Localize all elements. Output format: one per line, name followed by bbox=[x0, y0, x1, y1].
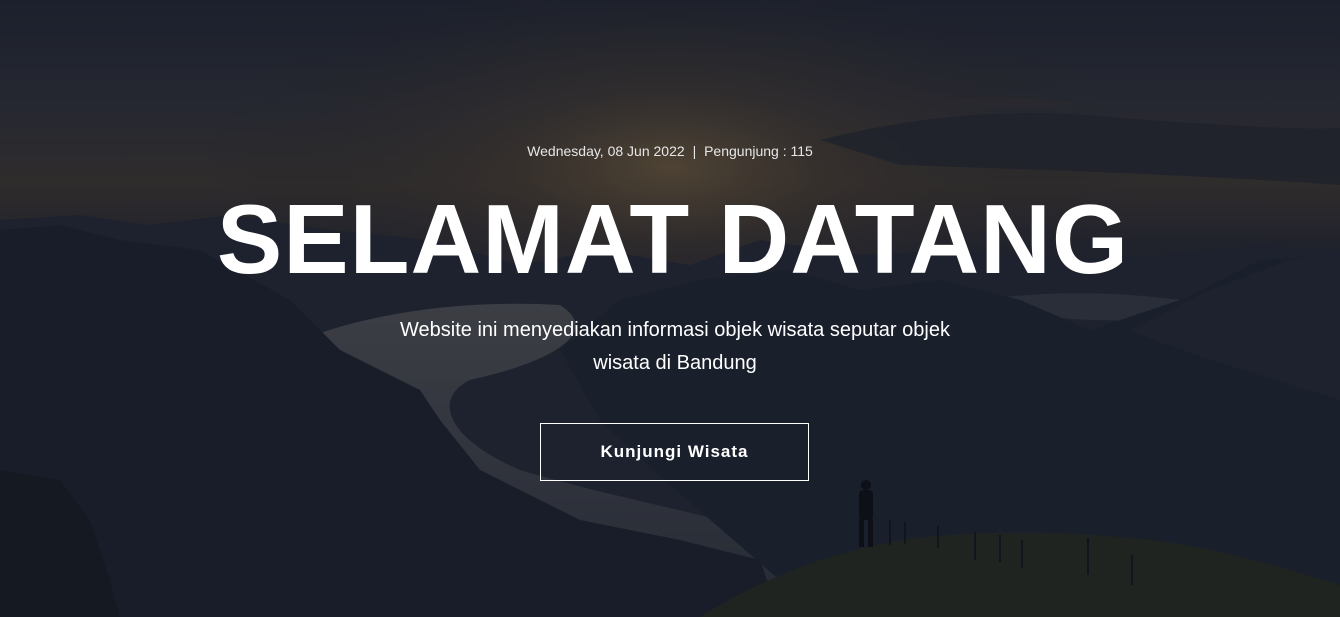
current-date: Wednesday, 08 Jun 2022 bbox=[527, 143, 685, 159]
hero-content: Wednesday, 08 Jun 2022 | Pengunjung : 11… bbox=[0, 0, 1340, 617]
hero-subtitle: Website ini menyediakan informasi objek … bbox=[400, 319, 950, 374]
hero-section: Wednesday, 08 Jun 2022 | Pengunjung : 11… bbox=[0, 0, 1340, 617]
date-visitor-line: Wednesday, 08 Jun 2022 | Pengunjung : 11… bbox=[0, 143, 1340, 159]
separator: | bbox=[692, 143, 697, 159]
visit-tourism-button[interactable]: Kunjungi Wisata bbox=[540, 423, 809, 481]
welcome-headline: SELAMAT DATANG bbox=[216, 184, 1130, 294]
visitor-count: Pengunjung : 115 bbox=[704, 143, 813, 159]
